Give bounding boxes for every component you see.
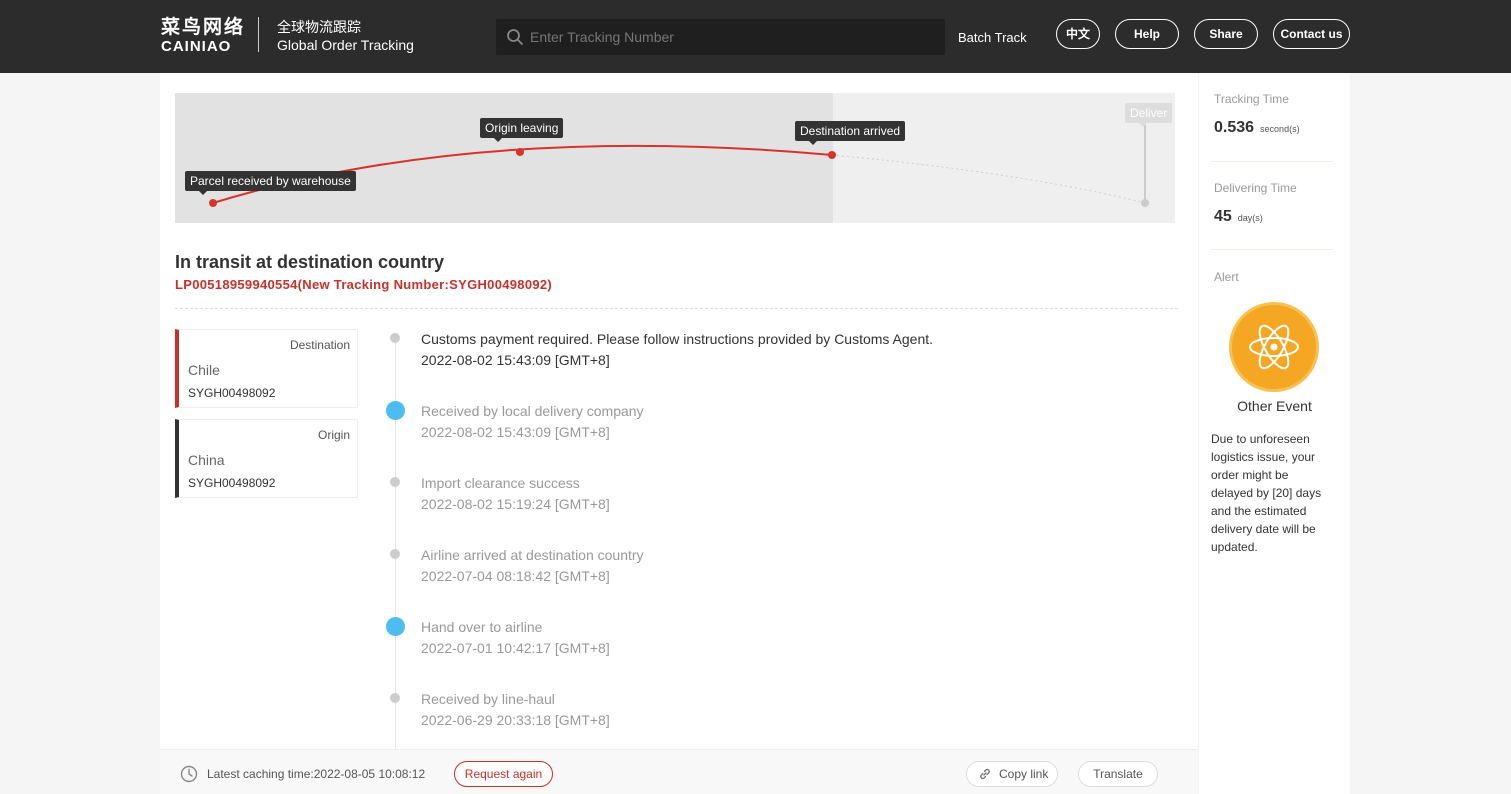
side-separator xyxy=(1211,249,1333,250)
language-button[interactable]: 中文 xyxy=(1056,19,1100,49)
card-label: Origin xyxy=(317,428,350,442)
link-icon xyxy=(980,768,990,780)
pin-deliver: Deliver xyxy=(1125,103,1173,127)
caching-time: Latest caching time:2022-08-05 10:08:12 xyxy=(207,767,426,781)
clock-icon xyxy=(180,765,198,783)
site-subtitle: 全球物流跟踪 Global Order Tracking xyxy=(277,18,414,54)
tracking-time-number: 0.536 xyxy=(1214,119,1255,136)
timeline-time: 2022-06-29 20:33:18 [GMT+8] xyxy=(421,712,610,728)
tracking-number: LP00518959940554(New Tracking Number:SYG… xyxy=(175,277,553,292)
logo-cn: 菜鸟网络 xyxy=(161,17,246,38)
pin-received: Parcel received by warehouse xyxy=(185,171,356,195)
timeline-dot xyxy=(390,477,400,487)
timeline-event: Hand over to airline xyxy=(421,619,543,635)
delivering-time-value: 45 day(s) xyxy=(1214,208,1263,226)
cainiao-logo[interactable]: 菜鸟网络 CAINIAO xyxy=(161,17,245,55)
timeline-time: 2022-07-04 08:18:42 [GMT+8] xyxy=(421,568,610,584)
delivering-time-number: 45 xyxy=(1214,208,1232,225)
timeline-dot xyxy=(390,693,400,703)
pin-destination-arrived: Destination arrived xyxy=(795,121,906,145)
timeline-time: 2022-07-01 10:42:17 [GMT+8] xyxy=(421,640,610,656)
alert-title: Other Event xyxy=(1237,398,1312,414)
alert-label: Alert xyxy=(1214,270,1239,284)
tracking-time-unit: second(s) xyxy=(1260,124,1300,134)
destination-card[interactable]: Destination Chile SYGH00498092 xyxy=(175,329,358,408)
search-box xyxy=(496,19,945,55)
card-country: Chile xyxy=(188,362,220,378)
top-header: 菜鸟网络 CAINIAO 全球物流跟踪 Global Order Trackin… xyxy=(0,0,1511,73)
tracking-search-input[interactable] xyxy=(530,19,930,55)
timeline-event: Airline arrived at destination country xyxy=(421,547,644,563)
status-title: In transit at destination country xyxy=(175,252,445,272)
card-tracking-number: SYGH00498092 xyxy=(188,386,276,400)
timeline-time: 2022-08-02 15:19:24 [GMT+8] xyxy=(421,496,610,512)
help-button[interactable]: Help xyxy=(1115,19,1179,49)
route-map: Parcel received by warehouse Origin leav… xyxy=(175,93,1175,223)
timeline-event: Received by local delivery company xyxy=(421,403,644,419)
share-button[interactable]: Share xyxy=(1194,19,1258,49)
request-again-button[interactable]: Request again xyxy=(454,761,553,787)
logo-en: CAINIAO xyxy=(161,38,232,55)
timeline-time: 2022-08-02 15:43:09 [GMT+8] xyxy=(421,424,610,440)
timeline-event: Received by line-haul xyxy=(421,691,555,707)
received-dot xyxy=(209,199,217,207)
timeline-dot xyxy=(386,401,405,420)
subtitle-cn: 全球物流跟踪 xyxy=(277,19,361,35)
timeline-time: 2022-08-02 15:43:09 [GMT+8] xyxy=(421,352,610,368)
timeline-dot xyxy=(386,617,405,636)
delivering-time-unit: day(s) xyxy=(1237,213,1263,223)
atom-icon xyxy=(1249,324,1299,370)
divider xyxy=(175,308,1178,309)
contact-us-button[interactable]: Contact us xyxy=(1273,19,1350,49)
timeline-event: Import clearance success xyxy=(421,475,580,491)
alert-badge xyxy=(1229,302,1319,392)
copy-link-button[interactable]: Copy link xyxy=(966,761,1058,787)
timeline-dot xyxy=(390,333,400,343)
tracking-time-value: 0.536 second(s) xyxy=(1214,119,1300,137)
subtitle-en: Global Order Tracking xyxy=(277,37,414,53)
delivering-time-label: Delivering Time xyxy=(1214,181,1297,195)
translate-button[interactable]: Translate xyxy=(1078,761,1158,787)
copy-link-label: Copy link xyxy=(999,767,1049,781)
deliver-dot xyxy=(1141,199,1149,207)
card-label: Destination xyxy=(289,338,350,352)
card-country: China xyxy=(188,452,225,468)
destination-dot xyxy=(828,151,836,159)
side-separator xyxy=(1211,161,1333,162)
batch-track-link[interactable]: Batch Track xyxy=(958,30,1027,45)
origin-dot xyxy=(516,148,524,156)
origin-card[interactable]: Origin China SYGH00498092 xyxy=(175,419,358,498)
timeline-event: Customs payment required. Please follow … xyxy=(421,331,934,347)
pin-origin-leaving: Origin leaving xyxy=(480,118,564,142)
logo-divider xyxy=(258,17,259,52)
route-map-graphic xyxy=(209,121,1149,207)
alert-description: Due to unforeseen logistics issue, your … xyxy=(1211,432,1322,554)
search-icon[interactable] xyxy=(506,28,524,46)
tracking-time-label: Tracking Time xyxy=(1214,92,1289,106)
card-tracking-number: SYGH00498092 xyxy=(188,476,276,490)
timeline-dot xyxy=(390,549,400,559)
